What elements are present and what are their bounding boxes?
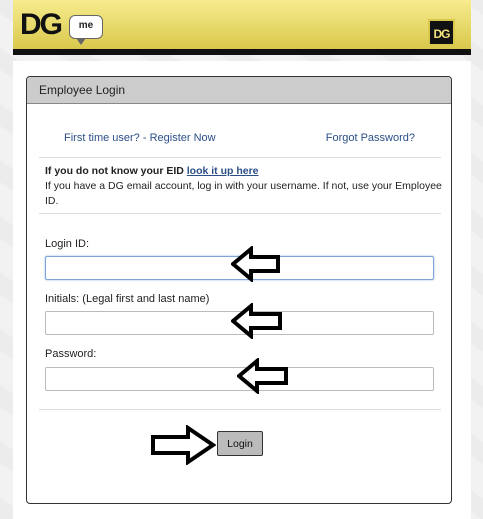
divider bbox=[39, 409, 441, 410]
right-arrow-outline-icon bbox=[151, 425, 216, 465]
eid-lookup-link[interactable]: look it up here bbox=[187, 165, 259, 177]
forgot-password-link[interactable]: Forgot Password? bbox=[326, 132, 415, 144]
left-arrow-outline-icon bbox=[231, 303, 282, 339]
dg-logo: DG bbox=[20, 8, 63, 41]
login-button[interactable]: Login bbox=[217, 431, 263, 456]
left-arrow-outline-icon bbox=[231, 246, 280, 282]
eid-lead: If you do not know your EID bbox=[45, 165, 184, 177]
divider bbox=[39, 213, 441, 214]
help-links: First time user? - Register Now Forgot P… bbox=[39, 127, 441, 158]
register-link[interactable]: First time user? - Register Now bbox=[64, 132, 216, 144]
password-label: Password: bbox=[45, 348, 97, 360]
login-id-label: Login ID: bbox=[45, 238, 90, 250]
me-badge-icon: me bbox=[69, 15, 103, 45]
panel-title: Employee Login bbox=[27, 77, 451, 104]
main-content: Employee Login First time user? - Regist… bbox=[13, 61, 471, 519]
left-arrow-outline-icon bbox=[237, 358, 288, 394]
corner-dg-logo: DG bbox=[428, 19, 455, 46]
login-panel: Employee Login First time user? - Regist… bbox=[26, 76, 452, 504]
eid-note: If you have a DG email account, log in w… bbox=[45, 180, 442, 207]
initials-label: Initials: (Legal first and last name) bbox=[45, 293, 210, 305]
eid-help-text: If you do not know your EID look it up h… bbox=[45, 164, 445, 209]
site-header: DG me DG bbox=[13, 0, 471, 55]
